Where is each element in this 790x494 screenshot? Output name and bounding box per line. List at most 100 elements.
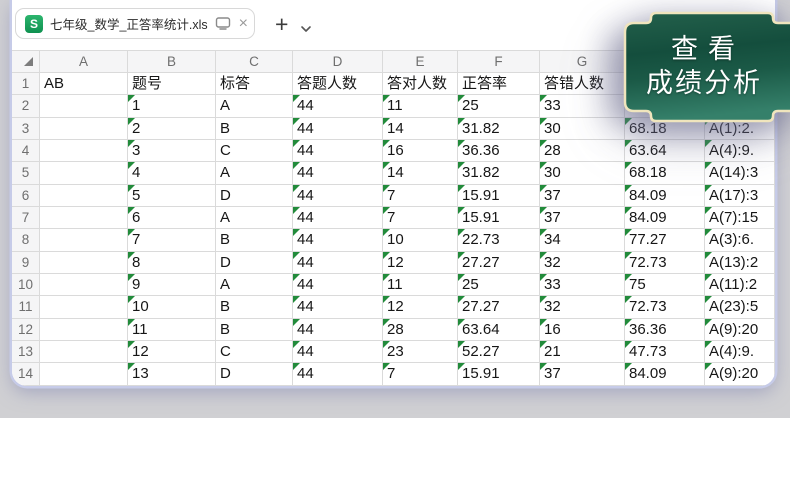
table-cell[interactable]: 25 [458,95,540,117]
close-tab-icon[interactable]: × [238,16,249,32]
table-cell[interactable]: A(7):15 [705,207,775,229]
table-cell[interactable]: A(4):9. [705,341,775,363]
table-cell[interactable]: B [216,229,293,251]
table-cell[interactable] [40,162,128,184]
table-cell[interactable] [40,296,128,318]
table-cell[interactable]: 34 [540,229,625,251]
table-cell[interactable]: 77.27 [625,229,705,251]
table-cell[interactable]: 32 [540,296,625,318]
table-cell[interactable]: A(13):2 [705,252,775,274]
row-number[interactable]: 2 [12,95,40,117]
table-cell[interactable] [40,319,128,341]
table-cell[interactable]: 9 [128,274,216,296]
table-cell[interactable]: 题号 [128,73,216,95]
table-cell[interactable]: 5 [128,185,216,207]
table-cell[interactable]: 12 [383,296,458,318]
table-cell[interactable]: D [216,185,293,207]
table-cell[interactable]: 63.64 [625,140,705,162]
table-cell[interactable]: 47.73 [625,341,705,363]
table-cell[interactable]: 44 [293,229,383,251]
table-cell[interactable]: 44 [293,252,383,274]
table-cell[interactable]: 正答率 [458,73,540,95]
table-cell[interactable]: 8 [128,252,216,274]
table-cell[interactable]: 31.82 [458,118,540,140]
column-header-C[interactable]: C [216,50,293,73]
table-cell[interactable]: 44 [293,162,383,184]
tab-list-chevron-icon[interactable] [300,20,312,38]
row-number[interactable]: 5 [12,162,40,184]
table-cell[interactable]: A [216,95,293,117]
table-cell[interactable]: B [216,296,293,318]
row-number[interactable]: 13 [12,341,40,363]
column-header-E[interactable]: E [383,50,458,73]
table-cell[interactable]: A(14):3 [705,162,775,184]
table-cell[interactable]: 10 [383,229,458,251]
table-cell[interactable]: 44 [293,274,383,296]
table-cell[interactable] [40,274,128,296]
table-cell[interactable]: 44 [293,207,383,229]
table-cell[interactable]: 37 [540,207,625,229]
table-cell[interactable]: 27.27 [458,296,540,318]
table-cell[interactable]: 44 [293,95,383,117]
table-cell[interactable]: 27.27 [458,252,540,274]
table-cell[interactable]: A(9):20 [705,319,775,341]
row-number[interactable]: 6 [12,185,40,207]
table-cell[interactable]: 7 [383,207,458,229]
table-cell[interactable]: 44 [293,185,383,207]
table-cell[interactable]: A [216,207,293,229]
table-cell[interactable]: 44 [293,319,383,341]
table-cell[interactable] [40,95,128,117]
table-cell[interactable]: 63.64 [458,319,540,341]
table-cell[interactable]: C [216,140,293,162]
table-cell[interactable]: 84.09 [625,207,705,229]
table-cell[interactable]: 44 [293,341,383,363]
table-cell[interactable]: 4 [128,162,216,184]
table-cell[interactable]: 37 [540,363,625,385]
file-tab[interactable]: S 七年级_数学_正答率统计.xls × [15,8,255,39]
table-cell[interactable] [40,140,128,162]
table-cell[interactable]: A(11):2 [705,274,775,296]
table-cell[interactable]: 11 [383,95,458,117]
table-cell[interactable]: 68.18 [625,162,705,184]
table-cell[interactable] [40,341,128,363]
table-cell[interactable]: 28 [540,140,625,162]
table-cell[interactable]: 答错人数 [540,73,625,95]
table-cell[interactable]: 3 [128,140,216,162]
table-cell[interactable]: 12 [383,252,458,274]
table-cell[interactable]: A [216,162,293,184]
table-cell[interactable]: 16 [540,319,625,341]
table-cell[interactable]: 28 [383,319,458,341]
table-cell[interactable]: 32 [540,252,625,274]
table-cell[interactable]: 30 [540,118,625,140]
table-cell[interactable]: D [216,363,293,385]
row-number[interactable]: 1 [12,73,40,95]
column-header-D[interactable]: D [293,50,383,73]
table-cell[interactable]: 12 [128,341,216,363]
table-cell[interactable]: A(17):3 [705,185,775,207]
table-cell[interactable]: 44 [293,118,383,140]
table-cell[interactable]: 2 [128,118,216,140]
table-cell[interactable]: 37 [540,185,625,207]
row-number[interactable]: 7 [12,207,40,229]
table-cell[interactable]: 22.73 [458,229,540,251]
table-cell[interactable]: 31.82 [458,162,540,184]
table-cell[interactable] [40,252,128,274]
column-header-B[interactable]: B [128,50,216,73]
table-cell[interactable]: 52.27 [458,341,540,363]
table-cell[interactable]: 16 [383,140,458,162]
table-cell[interactable]: 84.09 [625,363,705,385]
table-cell[interactable]: 13 [128,363,216,385]
row-number[interactable]: 10 [12,274,40,296]
table-cell[interactable]: 84.09 [625,185,705,207]
column-header-F[interactable]: F [458,50,540,73]
table-cell[interactable]: 25 [458,274,540,296]
table-cell[interactable]: 7 [383,363,458,385]
table-cell[interactable]: C [216,341,293,363]
table-cell[interactable]: 72.73 [625,296,705,318]
table-cell[interactable]: 11 [128,319,216,341]
table-cell[interactable]: 75 [625,274,705,296]
new-tab-button[interactable]: + [275,13,288,35]
row-number[interactable]: 12 [12,319,40,341]
table-cell[interactable]: 7 [383,185,458,207]
table-cell[interactable] [40,207,128,229]
